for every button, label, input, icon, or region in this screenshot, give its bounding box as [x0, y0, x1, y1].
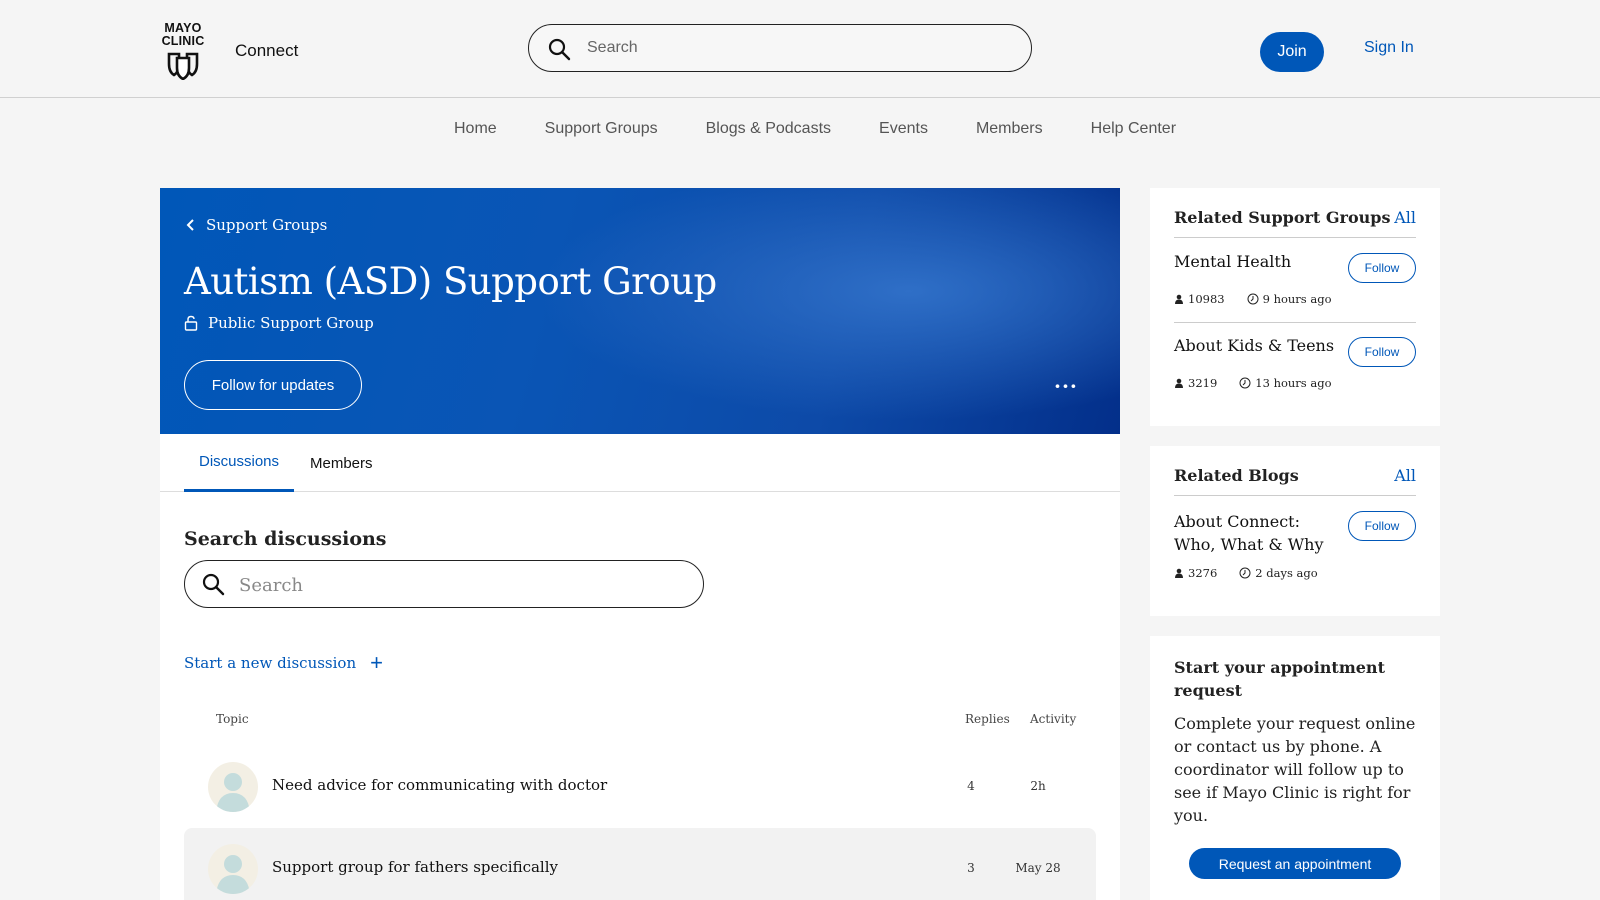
all-groups-link[interactable]: All [1394, 208, 1416, 227]
more-options-icon[interactable]: ··· [1054, 374, 1078, 398]
follow-for-updates-button[interactable]: Follow for updates [184, 360, 362, 410]
group-name[interactable]: About Kids & Teens [1174, 334, 1334, 357]
nav-help-center[interactable]: Help Center [1091, 120, 1176, 138]
card-header: Related Support Groups All [1174, 208, 1416, 238]
breadcrumb-label: Support Groups [206, 216, 328, 234]
user-placeholder-icon [216, 855, 250, 894]
tab-discussions[interactable]: Discussions [184, 434, 294, 492]
member-count: 3276 [1188, 566, 1218, 580]
group-meta: 10983 9 hours ago [1174, 292, 1332, 306]
divider [1174, 322, 1416, 323]
all-blogs-link[interactable]: All [1394, 466, 1416, 485]
breadcrumb[interactable]: Support Groups [186, 216, 327, 234]
shields-icon [167, 52, 199, 80]
appointment-title: Start your appointment request [1174, 658, 1385, 700]
logo-wordmark: MAYO CLINIC [161, 21, 205, 48]
nav-home[interactable]: Home [454, 120, 497, 138]
blog-name[interactable]: About Connect: Who, What & Why [1174, 510, 1334, 556]
member-count: 3219 [1188, 376, 1218, 390]
appointment-description: Complete your request online or contact … [1174, 714, 1416, 825]
person-icon [1175, 568, 1183, 578]
join-button[interactable]: Join [1260, 32, 1324, 72]
sign-in-link[interactable]: Sign In [1364, 39, 1414, 57]
avatar [208, 762, 258, 812]
search-icon [548, 38, 571, 61]
clock-icon [1247, 293, 1259, 305]
card-title: Related Blogs [1174, 466, 1299, 485]
group-main-card: Support Groups Autism (ASD) Support Grou… [160, 188, 1120, 900]
clock-icon [1239, 377, 1251, 389]
brand-name[interactable]: Connect [235, 41, 298, 61]
nav-events[interactable]: Events [879, 120, 928, 138]
follow-button[interactable]: Follow [1348, 511, 1416, 541]
person-icon [1175, 294, 1183, 304]
group-visibility: Public Support Group [184, 314, 374, 332]
clock-icon [1239, 567, 1251, 579]
blog-meta: 3276 2 days ago [1174, 566, 1318, 580]
discussion-activity: 2h [1030, 779, 1046, 793]
search-icon [202, 573, 225, 596]
member-count: 10983 [1188, 292, 1225, 306]
discussion-topic[interactable]: Support group for fathers specifically [272, 858, 558, 876]
card-title: Related Support Groups [1174, 208, 1391, 227]
discussion-search-input[interactable] [239, 573, 679, 597]
discussion-replies: 3 [967, 861, 975, 875]
search-discussions-heading: Search discussions [184, 528, 387, 550]
card-header: Related Blogs All [1174, 466, 1416, 496]
chevron-left-icon [186, 219, 194, 231]
group-tabs: Discussions Members [160, 434, 1120, 492]
related-blogs-card: Related Blogs All About Connect: Who, Wh… [1150, 446, 1440, 616]
page-title: Autism (ASD) Support Group [184, 260, 717, 303]
plus-icon: + [370, 650, 383, 675]
discussion-replies: 4 [967, 779, 975, 793]
follow-button[interactable]: Follow [1348, 337, 1416, 367]
discussion-search[interactable] [184, 560, 704, 608]
group-hero-banner: Support Groups Autism (ASD) Support Grou… [160, 188, 1120, 434]
person-icon [1175, 378, 1183, 388]
nav-members[interactable]: Members [976, 120, 1043, 138]
nav-support-groups[interactable]: Support Groups [545, 120, 658, 138]
last-activity: 9 hours ago [1262, 292, 1332, 306]
request-appointment-button[interactable]: Request an appointment [1189, 848, 1401, 879]
site-search[interactable] [528, 24, 1032, 72]
group-name[interactable]: Mental Health [1174, 250, 1291, 273]
user-placeholder-icon [216, 773, 250, 812]
nav-blogs-podcasts[interactable]: Blogs & Podcasts [706, 120, 831, 138]
appointment-card: Start your appointment request Complete … [1150, 636, 1440, 900]
start-new-discussion-link[interactable]: Start a new discussion + [184, 650, 383, 676]
mayo-clinic-logo[interactable]: MAYO CLINIC [158, 22, 208, 82]
discussion-row[interactable]: Need advice for communicating with docto… [184, 746, 1096, 828]
tab-members[interactable]: Members [310, 434, 373, 492]
site-search-input[interactable] [587, 37, 1007, 59]
unlock-icon [184, 315, 198, 331]
discussion-topic[interactable]: Need advice for communicating with docto… [272, 776, 607, 794]
column-header-topic[interactable]: Topic [216, 712, 249, 726]
follow-button[interactable]: Follow [1348, 253, 1416, 283]
visibility-label: Public Support Group [208, 314, 374, 332]
group-meta: 3219 13 hours ago [1174, 376, 1332, 390]
discussion-row[interactable]: Support group for fathers specifically 3… [184, 828, 1096, 900]
last-activity: 13 hours ago [1255, 376, 1332, 390]
start-new-discussion-label: Start a new discussion [184, 654, 357, 672]
discussion-activity: May 28 [1015, 861, 1061, 875]
related-support-groups-card: Related Support Groups All Mental Health… [1150, 188, 1440, 426]
main-nav: Home Support Groups Blogs & Podcasts Eve… [0, 98, 1600, 160]
last-activity: 2 days ago [1255, 566, 1318, 580]
column-header-replies[interactable]: Replies [965, 712, 1010, 726]
column-header-activity[interactable]: Activity [1030, 712, 1076, 726]
top-header: MAYO CLINIC Connect Join Sign In [0, 0, 1600, 98]
avatar [208, 844, 258, 894]
